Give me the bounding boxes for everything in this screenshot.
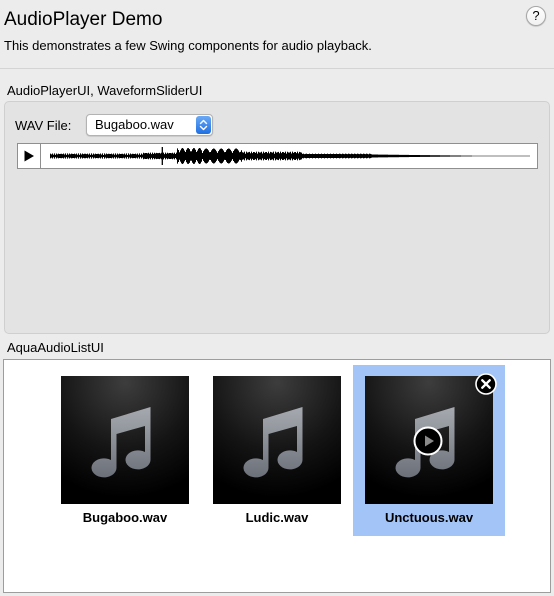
audio-player-section-label: AudioPlayerUI, WaveformSliderUI — [7, 83, 203, 98]
select-arrows-icon — [196, 116, 211, 134]
header-divider — [0, 68, 554, 69]
play-circle-icon — [413, 426, 443, 456]
audio-list-item-bugaboo[interactable]: Bugaboo.wav — [49, 365, 201, 536]
close-icon — [475, 373, 497, 395]
audio-list-item-label: Bugaboo.wav — [82, 510, 168, 525]
waveform-slider[interactable] — [17, 143, 538, 169]
tile-play-button[interactable] — [413, 426, 443, 456]
audio-list-item-unctuous[interactable]: Unctuous.wav — [353, 365, 505, 536]
play-button[interactable] — [18, 144, 41, 168]
music-note-icon — [213, 376, 341, 504]
remove-item-button[interactable] — [475, 373, 497, 395]
wav-file-label: WAV File: — [15, 118, 72, 133]
audio-list-item-label: Unctuous.wav — [384, 510, 474, 525]
play-icon — [24, 150, 34, 162]
audio-list-item-label: Ludic.wav — [245, 510, 309, 525]
audio-list-item-ludic[interactable]: Ludic.wav — [201, 365, 353, 536]
help-button[interactable]: ? — [526, 6, 546, 26]
audio-list-section-label: AquaAudioListUI — [7, 340, 104, 355]
music-note-icon — [61, 376, 189, 504]
waveform-path — [50, 148, 530, 164]
audio-list-panel: Bugaboo.wav Ludic.wav Unctuous.wav — [3, 359, 551, 593]
page-description: This demonstrates a few Swing components… — [4, 38, 372, 53]
audio-player-panel: WAV File: Bugaboo.wav — [4, 101, 550, 334]
selected-file-value: Bugaboo.wav — [95, 117, 174, 132]
page-title: AudioPlayer Demo — [4, 9, 163, 30]
waveform-graphic — [50, 147, 530, 165]
wav-file-select[interactable]: Bugaboo.wav — [86, 114, 213, 136]
